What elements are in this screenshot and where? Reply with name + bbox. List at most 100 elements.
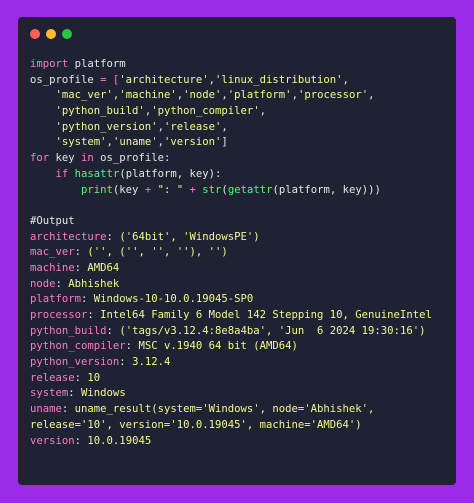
output-line: system: Windows — [30, 386, 432, 402]
operator: = [ — [93, 73, 120, 86]
output-line: uname: uname_result(system='Windows', no… — [30, 402, 432, 418]
output-line: machine: AMD64 — [30, 261, 432, 277]
output-value: 3.12.4 — [132, 356, 171, 369]
function-name: str — [202, 183, 222, 196]
keyword: for — [30, 152, 50, 165]
output-line: node: Abhishek — [30, 277, 432, 293]
code-line-4: 'python_build','python_compiler', — [30, 104, 432, 120]
code-line-9: print(key + ": " + str(getattr(platform,… — [30, 183, 432, 199]
string-literal: 'machine' — [119, 89, 177, 102]
string-literal: 'version' — [163, 136, 222, 149]
output-line: architecture: ('64bit', 'WindowsPE') — [30, 230, 432, 246]
code-text: (platform, key))) — [272, 183, 381, 196]
string-literal: 'python_build' — [55, 105, 145, 118]
output-separator: : — [74, 261, 88, 274]
output-value: 10.0.19045 — [87, 434, 152, 447]
code-line-3: 'mac_ver','machine','node','platform','p… — [30, 88, 432, 104]
code-text: os_profile — [30, 73, 94, 86]
string-literal: 'linux_distribution' — [214, 73, 343, 86]
output-separator: : — [55, 277, 69, 290]
output-line: mac_ver: ('', ('', '', ''), '') — [30, 245, 432, 261]
output-line: platform: Windows-10-10.0.19045-SP0 — [30, 292, 432, 308]
output-value: Windows-10-10.0.19045-SP0 — [93, 293, 254, 306]
function-name: getattr — [227, 183, 273, 196]
code-text: , — [221, 120, 228, 133]
output-line: python_compiler: MSC v.1940 64 bit (AMD6… — [30, 339, 432, 355]
output-separator: : — [106, 230, 120, 243]
function-name: hasattr — [74, 167, 120, 180]
output-key: python_build — [30, 324, 107, 337]
string-literal: 'uname' — [112, 136, 158, 149]
output-separator: : — [87, 309, 101, 321]
code-text: os_profile: — [93, 152, 171, 165]
code-text: , — [342, 73, 349, 86]
keyword: if — [55, 167, 69, 180]
window-controls — [30, 29, 72, 39]
output-separator: : — [74, 371, 88, 384]
output-line: release: 10 — [30, 371, 432, 387]
code-text: (key — [112, 183, 145, 196]
output-separator: : — [125, 340, 139, 353]
output-separator: : — [119, 356, 133, 369]
output-key: system — [30, 387, 69, 400]
code-text: , — [368, 89, 375, 102]
code-line-1: import platform — [30, 57, 432, 73]
maximize-dot-icon[interactable] — [62, 29, 72, 39]
output-line: python_build: ('tags/v3.12.4:8e8a4ba', '… — [30, 324, 432, 340]
output-key: machine — [30, 261, 75, 274]
code-line-8: if hasattr(platform, key): — [30, 167, 432, 183]
output-value: MSC v.1940 64 bit (AMD64) — [138, 340, 298, 353]
output-key: version — [30, 434, 75, 447]
output-value: Abhishek — [68, 277, 120, 290]
string-literal: 'release' — [163, 120, 222, 133]
code-window: import platform os_profile = ['architectu… — [18, 17, 456, 485]
output-line: python_version: 3.12.4 — [30, 355, 432, 371]
output-value: ('64bit', 'WindowsPE') — [119, 230, 260, 243]
code-text: , — [259, 105, 267, 118]
code-line-11: #Output — [30, 214, 432, 230]
output-line: version: 10.0.19045 — [30, 434, 432, 450]
code-text: key — [49, 152, 82, 165]
string-literal: 'system' — [55, 136, 107, 149]
output-separator: : — [74, 246, 88, 259]
output-value: release='10', version='10.0.19045', mach… — [30, 418, 362, 431]
function-name: print — [81, 183, 113, 196]
code-text: platform — [68, 58, 126, 70]
code-line-6: 'system','uname','version'] — [30, 135, 432, 151]
close-dot-icon[interactable] — [30, 29, 40, 39]
output-separator: : — [61, 403, 75, 416]
output-key: node — [30, 277, 56, 290]
output-key: python_version — [30, 356, 120, 369]
code-line-2: os_profile = ['architecture','linux_dist… — [30, 73, 432, 89]
output-value: AMD64 — [87, 261, 120, 274]
minimize-dot-icon[interactable] — [46, 29, 56, 39]
code-text: (platform, key): — [119, 167, 222, 180]
string-literal: ": " — [157, 183, 184, 196]
output-key: mac_ver — [30, 246, 75, 259]
code-line-7: for key in os_profile: — [30, 151, 432, 167]
output-separator: : — [68, 387, 82, 400]
output-value: 10 — [87, 371, 101, 384]
string-literal: 'processor' — [297, 89, 369, 102]
output-key: python_compiler — [30, 340, 126, 353]
output-separator: : — [74, 434, 88, 447]
keyword: in — [81, 152, 94, 165]
output-key: uname — [30, 403, 62, 416]
code-block: import platform os_profile = ['architectu… — [30, 57, 432, 449]
output-key: platform — [30, 293, 82, 306]
string-literal: 'python_compiler' — [151, 105, 260, 118]
output-value: ('', ('', '', ''), '') — [87, 246, 228, 259]
string-literal: 'platform' — [227, 89, 292, 102]
output-separator: : — [81, 293, 94, 306]
output-key: release — [30, 371, 75, 384]
output-key: architecture — [30, 230, 107, 243]
output-value: uname_result(system='Windows', node='Abh… — [74, 403, 375, 416]
output-key: processor — [30, 309, 88, 321]
output-value: Windows — [81, 387, 126, 400]
code-text: ] — [221, 136, 228, 149]
output-separator: : — [106, 324, 120, 337]
